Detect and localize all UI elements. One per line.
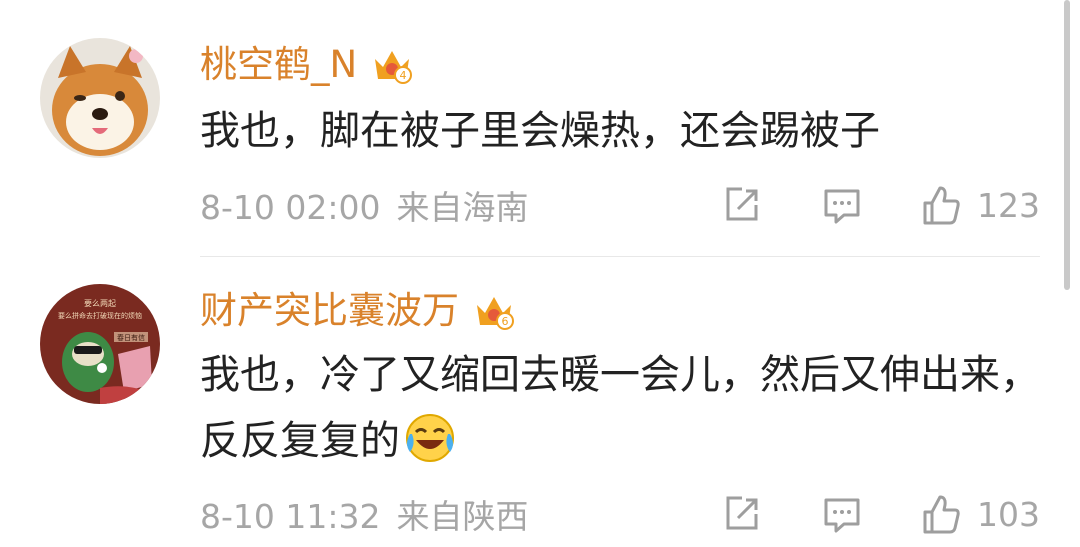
share-icon[interactable] [720, 492, 764, 536]
shiba-dog-avatar-icon [40, 38, 160, 158]
avatar-text-badge: 春日有信 [117, 333, 145, 342]
comment-item: 桃空鹤_N 4 我也，脚在被子里会燥热，还会踢被子 8-10 02:00 来自海南 [0, 0, 1080, 258]
like-count: 103 [977, 494, 1040, 534]
username[interactable]: 财产突比囊波万 [200, 286, 459, 336]
crown-badge-icon[interactable]: 6 [473, 291, 515, 331]
crown-badge-icon[interactable]: 4 [371, 45, 413, 85]
divider [200, 256, 1040, 257]
avatar[interactable] [40, 38, 160, 158]
like-icon [923, 495, 960, 534]
like-button[interactable]: 123 [919, 180, 1040, 230]
comment-icon[interactable] [820, 492, 864, 536]
comment-text: 我也，冷了又缩回去暖一会儿，然后又伸出来，反反复复的 [200, 342, 1040, 474]
share-icon[interactable] [720, 183, 764, 227]
username[interactable]: 桃空鹤_N [200, 40, 357, 90]
avatar-text-top: 要么两起 [84, 299, 116, 308]
badge-level: 4 [400, 69, 407, 82]
comment-location: 来自陕西 [396, 497, 529, 536]
comment-meta: 8-10 11:32 来自陕西 [200, 490, 529, 538]
like-button[interactable]: 103 [919, 489, 1040, 539]
like-icon [923, 186, 960, 225]
like-count: 123 [977, 185, 1040, 225]
avatar-text-mid: 要么拼命去打破现在的烦恼 [58, 311, 142, 320]
comment-item: 要么两起 要么拼命去打破现在的烦恼 春日有信 财产突比囊波万 6 我也，冷了又缩… [0, 258, 1080, 547]
comment-time: 8-10 11:32 [200, 497, 381, 536]
frog-avatar-icon: 要么两起 要么拼命去打破现在的烦恼 春日有信 [40, 284, 160, 404]
comment-meta: 8-10 02:00 来自海南 [200, 181, 529, 229]
comment-location: 来自海南 [396, 188, 529, 227]
comment-text: 我也，脚在被子里会燥热，还会踢被子 [200, 108, 880, 154]
comment-icon[interactable] [820, 183, 864, 227]
laugh-cry-emoji-icon [406, 414, 454, 462]
comment-time: 8-10 02:00 [200, 188, 381, 227]
avatar[interactable]: 要么两起 要么拼命去打破现在的烦恼 春日有信 [40, 284, 160, 404]
badge-level: 6 [502, 315, 509, 328]
scrollbar[interactable] [1064, 0, 1070, 290]
comment-text-body: 我也，冷了又缩回去暖一会儿，然后又伸出来，反反复复的 [200, 352, 1040, 464]
